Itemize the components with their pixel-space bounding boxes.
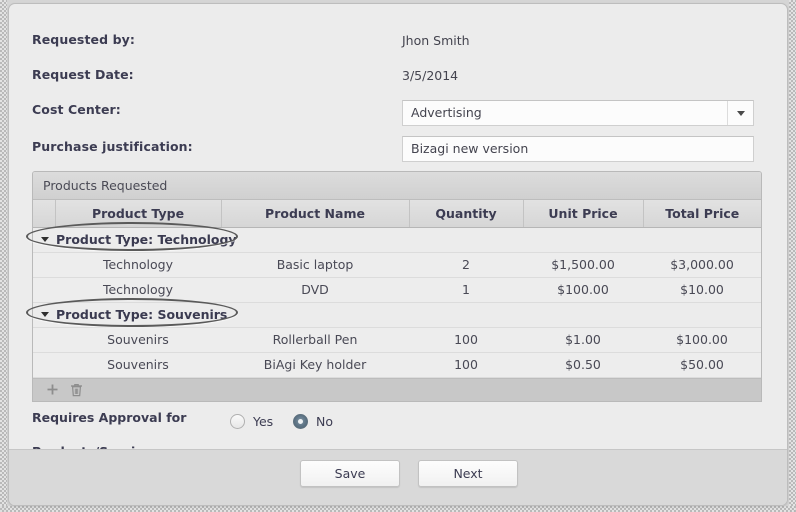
radio-no-label: No (316, 414, 333, 429)
cell-unit-price: $1.00 (523, 327, 643, 353)
requested-by-label: Requested by: (32, 32, 136, 47)
request-date-value: 3/5/2014 (402, 68, 459, 83)
products-grid: Products Requested Product Type Product … (32, 171, 762, 402)
column-header-product-type[interactable]: Product Type (55, 200, 222, 228)
cell-product-type: Technology (55, 252, 221, 278)
screenshot-root: Requested by: Jhon Smith Request Date: 3… (0, 0, 796, 512)
column-header-expander (33, 200, 56, 228)
cost-center-select[interactable]: Advertising (402, 100, 754, 126)
purchase-justification-value: Bizagi new version (411, 141, 529, 156)
cell-product-type: Souvenirs (55, 352, 221, 378)
request-date-label: Request Date: (32, 67, 134, 82)
requested-by-value: Jhon Smith (402, 33, 470, 48)
field-row-requested-by: Requested by: Jhon Smith (9, 32, 787, 62)
products-table-head: Product Type Product Name Quantity Unit … (33, 200, 761, 228)
row-expander-cell (33, 277, 55, 303)
grid-toolbar (33, 377, 761, 401)
cell-product-type: Technology (55, 277, 221, 303)
group-header-label: Product Type: Technology (56, 232, 237, 247)
radio-option-no[interactable]: No (293, 411, 333, 430)
chevron-down-icon[interactable] (41, 237, 49, 242)
chevron-down-icon[interactable] (41, 312, 49, 317)
cell-quantity: 2 (409, 252, 523, 278)
table-header-row: Product Type Product Name Quantity Unit … (33, 200, 761, 228)
purchase-justification-input[interactable]: Bizagi new version (402, 136, 754, 162)
group-header-cell[interactable]: Product Type: Technology (33, 227, 761, 253)
form-footer: Save Next (9, 449, 787, 505)
cost-center-label: Cost Center: (32, 102, 121, 117)
table-row[interactable]: Technology DVD 1 $100.00 $10.00 (33, 277, 761, 303)
cell-total-price: $10.00 (643, 277, 761, 303)
next-button[interactable]: Next (418, 460, 518, 487)
field-row-request-date: Request Date: 3/5/2014 (9, 67, 787, 97)
cell-unit-price: $100.00 (523, 277, 643, 303)
cell-unit-price: $0.50 (523, 352, 643, 378)
cell-product-name: Rollerball Pen (221, 327, 409, 353)
cell-total-price: $50.00 (643, 352, 761, 378)
table-row[interactable]: Souvenirs Rollerball Pen 100 $1.00 $100.… (33, 327, 761, 353)
column-header-total-price[interactable]: Total Price (643, 200, 761, 228)
field-row-cost-center: Cost Center: Advertising (9, 100, 787, 132)
chevron-down-icon[interactable] (737, 111, 745, 116)
cell-unit-price: $1,500.00 (523, 252, 643, 278)
cell-total-price: $100.00 (643, 327, 761, 353)
column-header-unit-price[interactable]: Unit Price (523, 200, 644, 228)
radio-yes-icon[interactable] (230, 414, 245, 429)
row-expander-cell (33, 352, 55, 378)
radio-option-yes[interactable]: Yes (230, 411, 273, 430)
cell-product-type: Souvenirs (55, 327, 221, 353)
column-header-quantity[interactable]: Quantity (409, 200, 524, 228)
cell-product-name: BiAgi Key holder (221, 352, 409, 378)
products-grid-title: Products Requested (33, 172, 761, 200)
products-table: Product Type Product Name Quantity Unit … (33, 200, 761, 378)
page-edge-bottom (0, 506, 796, 512)
delete-row-icon[interactable] (69, 383, 84, 398)
field-row-purchase-justification: Purchase justification: Bizagi new versi… (9, 136, 787, 169)
products-table-body: Product Type: Technology Technology Basi… (33, 227, 761, 378)
form-card: Requested by: Jhon Smith Request Date: 3… (8, 3, 788, 506)
cost-center-selected-value: Advertising (411, 105, 482, 120)
group-header-cell[interactable]: Product Type: Souvenirs (33, 302, 761, 328)
row-expander-cell (33, 327, 55, 353)
row-expander-cell (33, 252, 55, 278)
column-header-product-name[interactable]: Product Name (221, 200, 410, 228)
cell-product-name: DVD (221, 277, 409, 303)
select-divider (727, 101, 728, 125)
group-header-row[interactable]: Product Type: Souvenirs (33, 302, 761, 328)
cell-total-price: $3,000.00 (643, 252, 761, 278)
page-edge-right (789, 0, 796, 512)
group-header-label: Product Type: Souvenirs (56, 307, 228, 322)
add-row-icon[interactable] (45, 383, 60, 398)
group-header-row[interactable]: Product Type: Technology (33, 227, 761, 253)
cell-quantity: 100 (409, 327, 523, 353)
cell-product-name: Basic laptop (221, 252, 409, 278)
purchase-justification-label: Purchase justification: (32, 139, 193, 154)
save-button[interactable]: Save (300, 460, 400, 487)
radio-no-icon[interactable] (293, 414, 308, 429)
approval-label-line1: Requires Approval for (32, 410, 187, 425)
table-row[interactable]: Souvenirs BiAgi Key holder 100 $0.50 $50… (33, 352, 761, 378)
page-edge-left (0, 0, 7, 512)
cell-quantity: 1 (409, 277, 523, 303)
cell-quantity: 100 (409, 352, 523, 378)
radio-yes-label: Yes (253, 414, 274, 429)
table-row[interactable]: Technology Basic laptop 2 $1,500.00 $3,0… (33, 252, 761, 278)
